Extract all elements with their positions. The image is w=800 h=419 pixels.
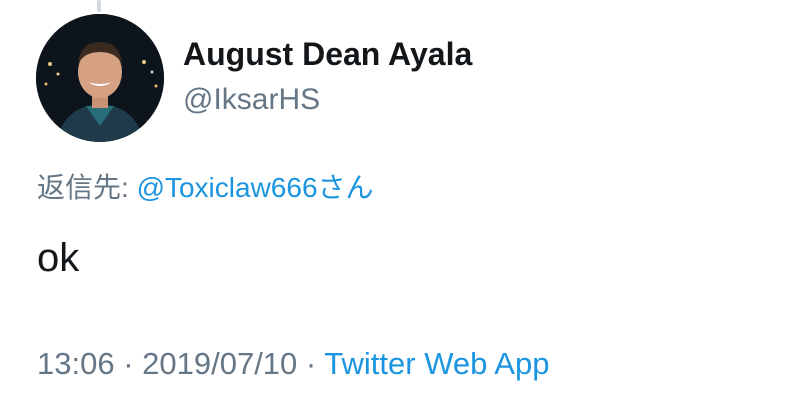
reply-to-user-link[interactable]: @Toxiclaw666さん <box>137 172 374 203</box>
tweet-metadata: 13:06 · 2019/07/10 · Twitter Web App <box>37 346 549 382</box>
tweet-date[interactable]: 2019/07/10 <box>142 346 297 381</box>
tweet-source-link[interactable]: Twitter Web App <box>324 346 549 381</box>
meta-separator: · <box>297 346 325 381</box>
reply-to-line: 返信先: @Toxiclaw666さん <box>37 166 374 206</box>
author-display-name[interactable]: August Dean Ayala <box>183 36 472 73</box>
author-handle[interactable]: @IksarHS <box>183 83 320 117</box>
meta-separator: · <box>114 346 143 381</box>
reply-to-label: 返信先: <box>37 172 137 203</box>
tweet-text: ok <box>37 236 80 280</box>
user-avatar-photo-icon <box>36 14 164 142</box>
tweet-detail: August Dean Ayala @IksarHS 返信先: @Toxicla… <box>0 0 800 419</box>
tweet-time[interactable]: 13:06 <box>37 346 115 381</box>
avatar[interactable] <box>36 14 164 142</box>
thread-connector-line <box>97 0 101 12</box>
